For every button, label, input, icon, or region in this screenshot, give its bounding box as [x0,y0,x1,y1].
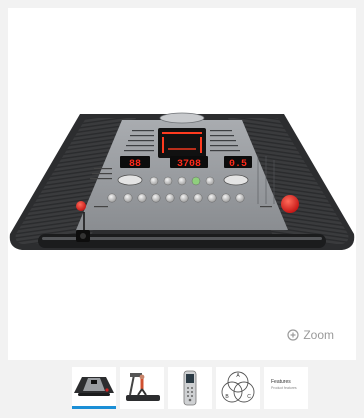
venn-letter-c: C [247,394,251,400]
thumbnail-strip: A B C Features Product features [72,367,308,411]
image-viewer: 88 3708 0.5 Zoom [8,8,356,360]
venn-letter-b: B [225,394,229,400]
product-image: 88 3708 0.5 [9,112,355,250]
venn-thumbnail-image: A B C [221,371,255,403]
zoom-button[interactable]: Zoom [287,328,334,342]
console-thumbnail-image [74,377,114,396]
zoom-label: Zoom [303,328,334,342]
thumb-venn[interactable]: A B C [216,367,260,409]
features-subtitle: Product features [271,386,297,390]
thumb-remote[interactable] [168,367,212,409]
features-title: Features [271,379,291,385]
thumb-features[interactable]: Features Product features [264,367,308,409]
treadmill-thumbnail-image [126,373,160,401]
thumb-console[interactable] [72,367,116,409]
zoom-icon [287,329,299,341]
thumb-treadmill[interactable] [120,367,164,409]
left-display: 88 [129,159,141,170]
center-display: 3708 [177,159,201,170]
right-display: 0.5 [229,159,247,170]
remote-thumbnail-image [183,370,197,406]
venn-letter-a: A [236,373,240,379]
